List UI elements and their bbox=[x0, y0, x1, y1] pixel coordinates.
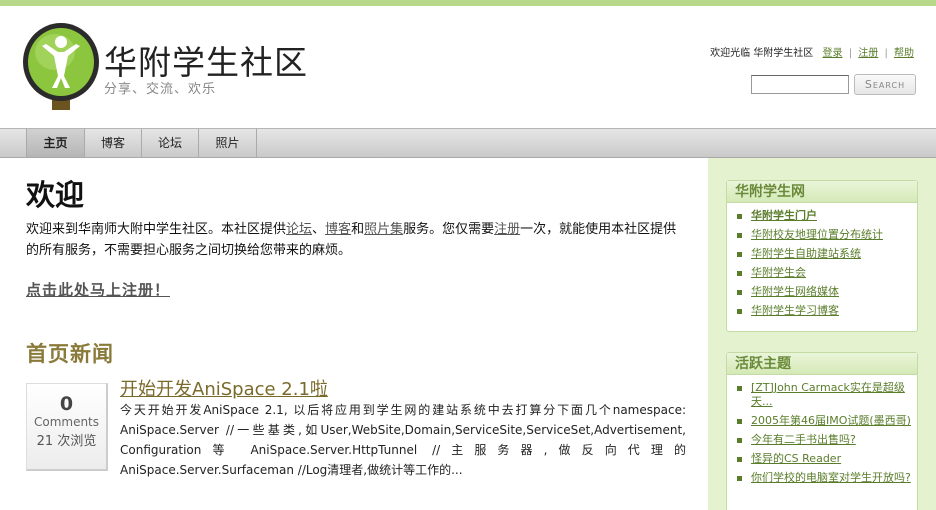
view-count: 21 次浏览 bbox=[36, 434, 97, 449]
main-nav: 主页 博客 论坛 照片 bbox=[0, 128, 936, 158]
register-link[interactable]: 注册 bbox=[858, 48, 878, 59]
topic-link[interactable]: [ZT]John Carmack实在是超级天... bbox=[751, 381, 905, 408]
site-subtitle: 分享、交流、欢乐 bbox=[104, 82, 217, 97]
network-link[interactable]: 华附校友地理位置分布统计 bbox=[751, 228, 883, 241]
site-title: 华附学生社区 bbox=[104, 43, 308, 82]
topic-link[interactable]: 2005年第46届IMO试题(墨西哥) bbox=[751, 414, 911, 427]
list-item: 华附校友地理位置分布统计 bbox=[735, 228, 911, 242]
help-link[interactable]: 帮助 bbox=[894, 48, 914, 59]
welcome-text-part: 服务。您仅需要 bbox=[403, 222, 495, 237]
sidebar: 华附学生网 华附学生门户 华附校友地理位置分布统计 华附学生自助建站系统 华附学… bbox=[708, 158, 936, 510]
welcome-message: 欢迎光临 华附学生社区 bbox=[710, 48, 814, 59]
list-item: 华附学生学习博客 bbox=[735, 304, 911, 318]
active-topics-title: 活跃主题 bbox=[727, 353, 917, 375]
list-item: 华附学生自助建站系统 bbox=[735, 247, 911, 261]
welcome-text-part: 、 bbox=[312, 222, 326, 237]
blog-link[interactable]: 博客 bbox=[325, 222, 351, 237]
network-list: 华附学生门户 华附校友地理位置分布统计 华附学生自助建站系统 华附学生会 华附学… bbox=[727, 203, 917, 327]
network-box: 华附学生网 华附学生门户 华附校友地理位置分布统计 华附学生自助建站系统 华附学… bbox=[726, 180, 918, 332]
list-item: 你们学校的电脑室对学生开放吗? bbox=[735, 471, 911, 485]
welcome-text-part: 欢迎来到华南师大附中学生社区。本社区提供 bbox=[26, 222, 287, 237]
active-topics-box: 活跃主题 [ZT]John Carmack实在是超级天... 2005年第46届… bbox=[726, 352, 918, 510]
search-input[interactable] bbox=[751, 75, 849, 94]
login-link[interactable]: 登录 bbox=[823, 48, 843, 59]
post-excerpt: 今天开始开发AniSpace 2.1, 以后将应用到学生网的建站系统中去打算分下… bbox=[120, 403, 686, 477]
news-heading: 首页新闻 bbox=[26, 341, 114, 366]
tab-forum[interactable]: 论坛 bbox=[142, 129, 199, 157]
tree-person-logo-icon[interactable] bbox=[22, 22, 100, 112]
list-item: 2005年第46届IMO试题(墨西哥) bbox=[735, 414, 911, 428]
welcome-paragraph: 欢迎来到华南师大附中学生社区。本社区提供论坛、博客和照片集服务。您仅需要注册一次… bbox=[26, 219, 688, 261]
separator: | bbox=[848, 48, 853, 59]
list-item: 今年有二手书出售吗? bbox=[735, 433, 911, 447]
main-content: 欢迎 欢迎来到华南师大附中学生社区。本社区提供论坛、博客和照片集服务。您仅需要注… bbox=[0, 158, 708, 510]
topic-link[interactable]: 怪异的CS Reader bbox=[751, 452, 841, 465]
tab-photos[interactable]: 照片 bbox=[199, 129, 257, 157]
topic-link[interactable]: 今年有二手书出售吗? bbox=[751, 433, 856, 446]
user-bar: 欢迎光临 华附学生社区 登录 | 注册 | 帮助 bbox=[710, 44, 914, 59]
tab-home[interactable]: 主页 bbox=[26, 129, 85, 157]
list-item: [ZT]John Carmack实在是超级天... bbox=[735, 381, 911, 409]
topics-list: [ZT]John Carmack实在是超级天... 2005年第46届IMO试题… bbox=[727, 375, 917, 494]
search-button[interactable]: Search bbox=[854, 74, 916, 95]
network-link[interactable]: 华附学生会 bbox=[751, 266, 806, 279]
register-inline-link[interactable]: 注册 bbox=[494, 222, 520, 237]
photos-link[interactable]: 照片集 bbox=[364, 222, 403, 237]
welcome-title: 欢迎 bbox=[26, 178, 85, 212]
site-header: 华附学生社区 分享、交流、欢乐 欢迎光临 华附学生社区 登录 | 注册 | 帮助… bbox=[0, 6, 936, 128]
network-link[interactable]: 华附学生网络媒体 bbox=[751, 285, 839, 298]
list-item: 怪异的CS Reader bbox=[735, 452, 911, 466]
welcome-text-part: 和 bbox=[351, 222, 365, 237]
topic-link[interactable]: 你们学校的电脑室对学生开放吗? bbox=[751, 471, 911, 484]
network-link[interactable]: 华附学生门户 bbox=[751, 209, 817, 222]
comment-count: 0 bbox=[59, 393, 74, 415]
network-link[interactable]: 华附学生自助建站系统 bbox=[751, 247, 861, 260]
list-item: 华附学生会 bbox=[735, 266, 911, 280]
network-link[interactable]: 华附学生学习博客 bbox=[751, 304, 839, 317]
list-item: 华附学生门户 bbox=[735, 209, 911, 223]
register-now-link[interactable]: 点击此处马上注册！ bbox=[26, 279, 170, 300]
tab-blog[interactable]: 博客 bbox=[85, 129, 142, 157]
list-item: 华附学生网络媒体 bbox=[735, 285, 911, 299]
network-box-title: 华附学生网 bbox=[727, 181, 917, 203]
post-title-link[interactable]: 开始开发AniSpace 2.1啦 bbox=[120, 375, 328, 401]
comments-label[interactable]: Comments bbox=[27, 415, 106, 429]
forum-link[interactable]: 论坛 bbox=[286, 222, 312, 237]
separator: | bbox=[884, 48, 888, 59]
post-stats-box: 0 Comments 21 次浏览 bbox=[26, 383, 108, 471]
